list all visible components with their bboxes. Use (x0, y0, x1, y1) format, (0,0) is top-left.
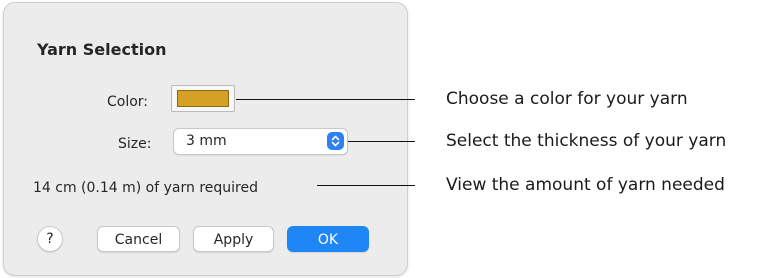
color-well[interactable] (171, 85, 235, 112)
dialog-title: Yarn Selection (37, 40, 167, 59)
callout-amount-text: View the amount of yarn needed (446, 175, 725, 195)
cancel-button[interactable]: Cancel (97, 226, 180, 252)
callout-line-size (348, 141, 415, 142)
callout-size-text: Select the thickness of your yarn (446, 131, 727, 151)
screenshot-stage: Yarn Selection Color: Size: 3 mm 14 cm (… (0, 0, 767, 278)
size-label: Size: (118, 136, 152, 152)
select-chevron-icon (327, 132, 344, 150)
color-label: Color: (107, 94, 149, 110)
color-swatch (177, 90, 229, 107)
callout-line-amount (317, 185, 415, 186)
yarn-requirement-text: 14 cm (0.14 m) of yarn required (33, 180, 258, 196)
help-button[interactable]: ? (37, 226, 63, 252)
apply-button[interactable]: Apply (193, 226, 274, 252)
size-select[interactable]: 3 mm (173, 128, 348, 155)
ok-button[interactable]: OK (287, 226, 369, 252)
callout-line-color (236, 99, 415, 100)
callout-color-text: Choose a color for your yarn (446, 89, 688, 109)
yarn-selection-dialog: Yarn Selection Color: Size: 3 mm 14 cm (… (3, 2, 408, 276)
size-select-value: 3 mm (186, 133, 227, 149)
